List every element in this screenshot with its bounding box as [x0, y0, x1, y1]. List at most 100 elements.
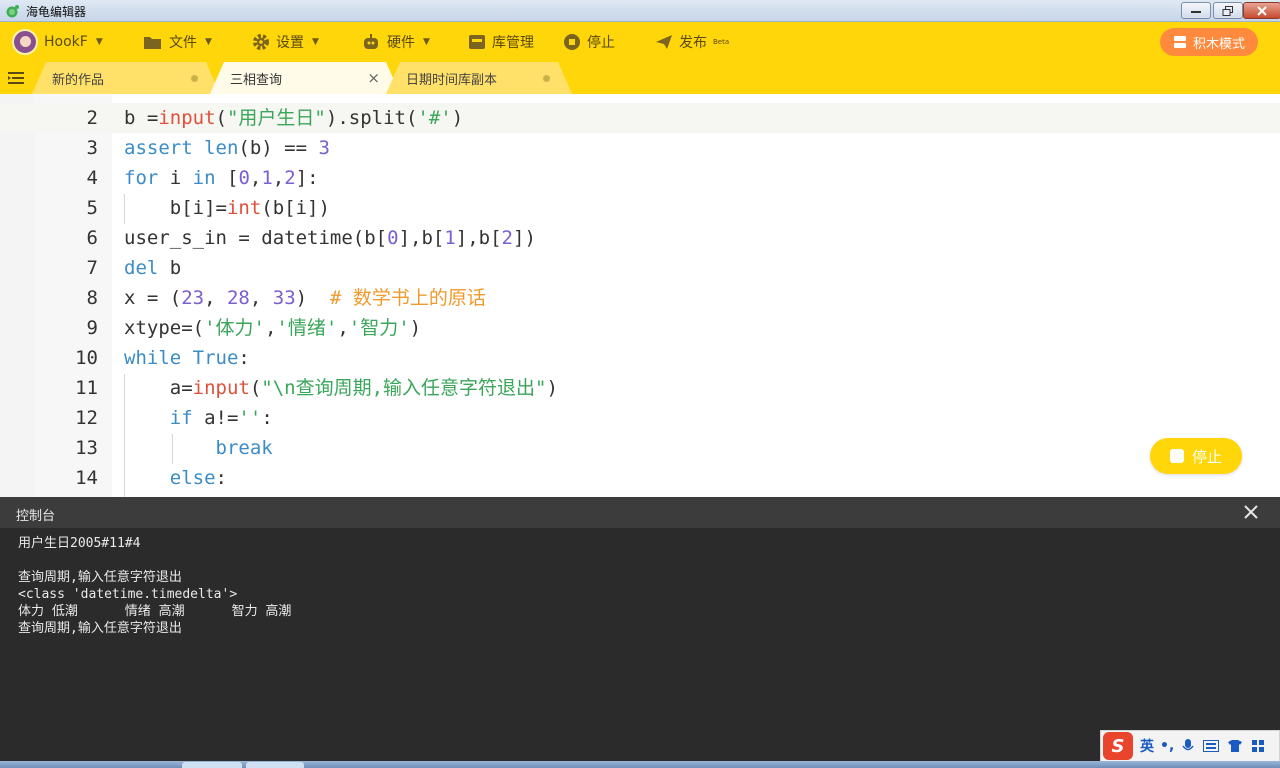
code-line[interactable]: 11 a=input("\n查询周期,输入任意字符退出")	[0, 373, 1280, 403]
ime-toolbar[interactable]: S 英 •,	[1100, 730, 1280, 762]
hardware-menu-label: 硬件	[387, 35, 415, 51]
gear-icon	[253, 34, 269, 50]
code-text: break	[215, 437, 273, 459]
code-line[interactable]: 4 for i in [0,1,2]:	[0, 163, 1280, 193]
stop-icon	[564, 34, 580, 50]
file-menu[interactable]: 文件 ▼	[143, 22, 212, 62]
robot-icon	[364, 34, 378, 49]
floating-stop-button[interactable]: 停止	[1150, 438, 1242, 474]
code-line[interactable]: 5 b[i]=int(b[i])	[0, 193, 1280, 223]
chevron-down-icon: ▼	[205, 37, 212, 47]
ime-mode[interactable]: 英	[1140, 736, 1154, 756]
keyboard-icon[interactable]	[1203, 740, 1220, 752]
line-number: 14	[75, 467, 98, 489]
tab-label: 三相查询	[230, 72, 283, 88]
settings-menu-label: 设置	[276, 35, 304, 51]
line-number: 4	[86, 167, 98, 189]
tab-three-phase-query[interactable]: 三相查询 ×	[210, 62, 400, 94]
code-text: b =input("用户生日").split('#')	[124, 107, 464, 129]
code-text: assert len(b) == 3	[124, 137, 330, 159]
tab-datetime-lib-copy[interactable]: 日期时间库副本	[386, 62, 572, 94]
unsaved-dot-icon[interactable]	[543, 75, 550, 82]
line-number: 10	[75, 347, 98, 369]
code-line[interactable]: 14 else:	[0, 463, 1280, 493]
console-header: 控制台	[0, 497, 1280, 528]
console-output[interactable]: 用户生日2005#11#4 查询周期,输入任意字符退出 <class 'date…	[0, 528, 1280, 761]
taskbar	[0, 761, 1280, 768]
blocks-icon	[1173, 36, 1186, 48]
toolbox-grid-icon[interactable]	[1251, 739, 1265, 753]
console-line: 用户生日2005#11#4	[18, 536, 141, 551]
code-line[interactable]: 9 xtype=('体力','情绪','智力')	[0, 313, 1280, 343]
console-title: 控制台	[16, 509, 56, 524]
blocks-mode-label: 积木模式	[1192, 36, 1245, 52]
window-title: 海龟编辑器	[26, 5, 87, 19]
folder-icon	[144, 37, 161, 49]
taskbar-button[interactable]	[246, 762, 304, 768]
user-menu[interactable]: HookF ▼	[12, 22, 103, 62]
editor-tabs: 新的作品 三相查询 × 日期时间库副本	[0, 62, 1280, 94]
publish-label: 发布	[679, 35, 707, 51]
code-line[interactable]: 12 if a!='':	[0, 403, 1280, 433]
minimize-icon	[1191, 10, 1201, 13]
library-box-icon	[469, 35, 485, 49]
user-name: HookF	[44, 34, 88, 50]
code-text: if a!='':	[169, 407, 273, 429]
close-window-button[interactable]	[1243, 2, 1280, 19]
line-number: 3	[86, 137, 98, 159]
code-editor[interactable]: 2 b =input("用户生日").split('#') 3 assert l…	[0, 94, 1280, 497]
sidebar-toggle-icon[interactable]	[6, 70, 26, 86]
line-number: 2	[86, 107, 98, 129]
skin-shirt-icon[interactable]	[1227, 739, 1243, 753]
code-line[interactable]: 10 while True:	[0, 343, 1280, 373]
close-tab-icon[interactable]: ×	[367, 69, 380, 87]
restore-icon	[1222, 5, 1233, 16]
line-number: 9	[86, 317, 98, 339]
code-line[interactable]: 3 assert len(b) == 3	[0, 133, 1280, 163]
microphone-icon[interactable]	[1182, 738, 1194, 754]
code-line[interactable]: 8 x = (23, 28, 33) # 数学书上的原话	[0, 283, 1280, 313]
line-number: 6	[86, 227, 98, 249]
console-line: 查询周期,输入任意字符退出	[18, 621, 182, 636]
chevron-down-icon: ▼	[95, 37, 103, 47]
stop-button[interactable]: 停止	[563, 22, 615, 62]
code-text: a=input("\n查询周期,输入任意字符退出")	[124, 377, 558, 399]
stop-label: 停止	[587, 35, 615, 51]
main-toolbar: HookF ▼ 文件 ▼ 设置 ▼ 硬件 ▼ 库管理 停止 发布 Beta 积木模…	[0, 22, 1280, 62]
code-text: del b	[124, 257, 182, 279]
code-text: xtype=('体力','情绪','智力')	[124, 317, 422, 339]
minimize-button[interactable]	[1181, 2, 1211, 19]
tab-label: 新的作品	[52, 72, 105, 88]
line-number: 12	[75, 407, 98, 429]
restore-button[interactable]	[1213, 2, 1243, 19]
code-text: x = (23, 28, 33) # 数学书上的原话	[124, 287, 486, 309]
publish-button[interactable]: 发布 Beta	[655, 22, 729, 62]
tab-new-work[interactable]: 新的作品	[32, 62, 220, 94]
blocks-mode-button[interactable]: 积木模式	[1160, 28, 1258, 56]
chevron-down-icon: ▼	[312, 37, 319, 47]
library-label: 库管理	[492, 35, 534, 51]
stop-square-icon	[1169, 449, 1184, 463]
hardware-menu[interactable]: 硬件 ▼	[361, 22, 430, 62]
code-line[interactable]: 6 user_s_in = datetime(b[0],b[1],b[2])	[0, 223, 1280, 253]
code-line[interactable]: 13 break	[0, 433, 1280, 463]
floating-stop-label: 停止	[1191, 447, 1222, 466]
code-line[interactable]: 2 b =input("用户生日").split('#')	[0, 103, 1280, 133]
taskbar-button[interactable]	[182, 762, 242, 768]
library-manager-button[interactable]: 库管理	[468, 22, 534, 62]
code-text: user_s_in = datetime(b[0],b[1],b[2])	[124, 227, 536, 249]
line-number: 7	[86, 257, 98, 279]
turtle-app-icon	[6, 5, 19, 18]
code-text: while True:	[124, 347, 250, 369]
code-text: else:	[169, 467, 227, 489]
code-text: for i in [0,1,2]:	[124, 167, 319, 189]
close-console-icon[interactable]	[1243, 504, 1259, 520]
avatar	[12, 29, 38, 55]
unsaved-dot-icon[interactable]	[191, 75, 198, 82]
punctuation-icon[interactable]: •,	[1160, 738, 1174, 754]
code-line[interactable]: 7 del b	[0, 253, 1280, 283]
paper-plane-icon	[656, 35, 672, 49]
tab-label: 日期时间库副本	[406, 72, 498, 88]
console-line: <class 'datetime.timedelta'>	[18, 587, 238, 602]
settings-menu[interactable]: 设置 ▼	[252, 22, 319, 62]
